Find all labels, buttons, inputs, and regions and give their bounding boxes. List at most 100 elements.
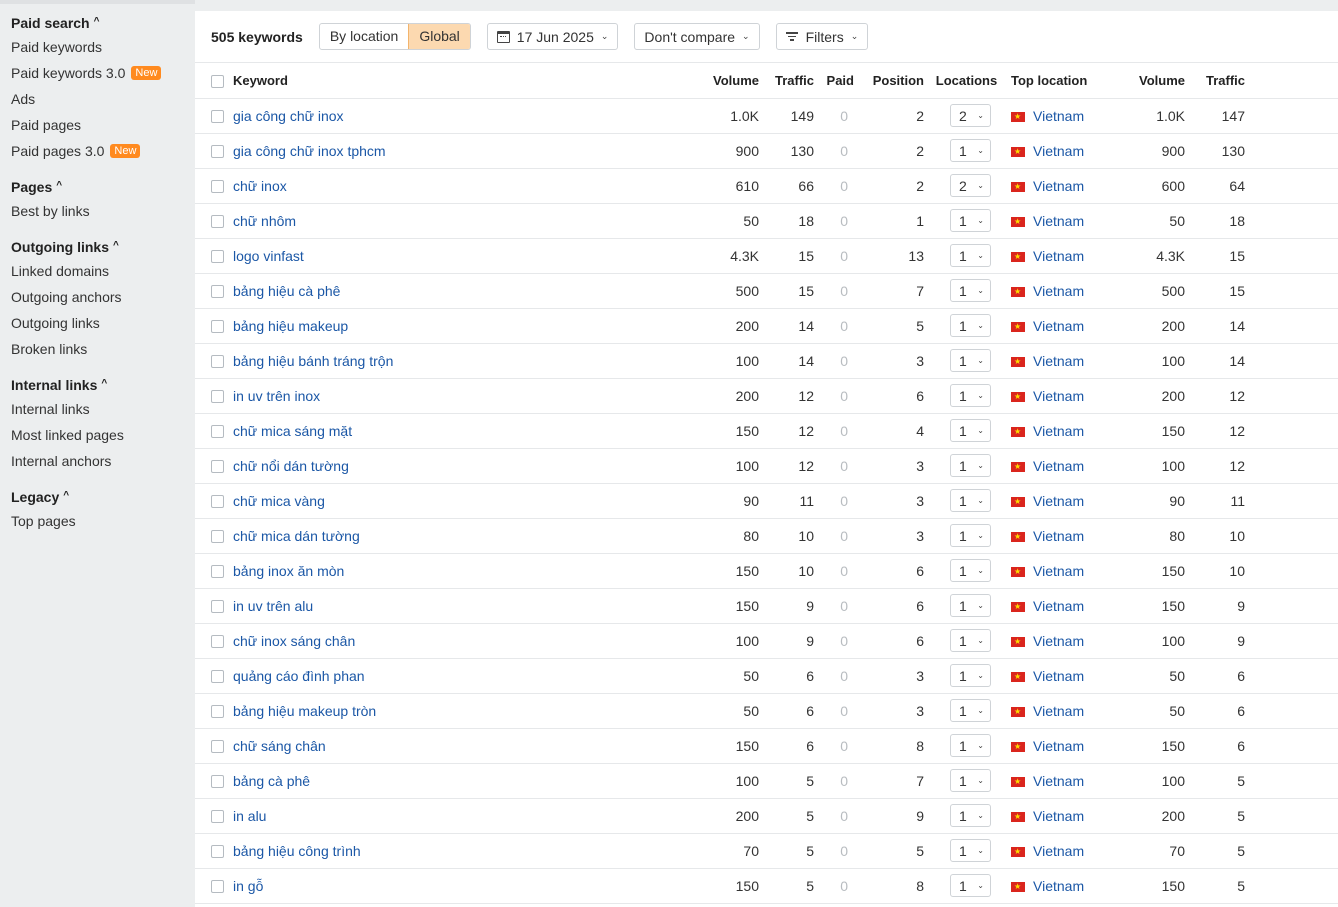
keyword-link[interactable]: chữ mica vàng <box>233 493 325 509</box>
locations-dropdown[interactable]: 1 ⌄ <box>950 139 991 162</box>
locations-dropdown[interactable]: 1 ⌄ <box>950 734 991 757</box>
sidebar-item[interactable]: Internal links <box>0 396 195 422</box>
col-volume[interactable]: Volume <box>673 63 759 99</box>
row-checkbox[interactable] <box>211 740 224 754</box>
keyword-link[interactable]: chữ mica sáng mặt <box>233 423 352 439</box>
col-traffic[interactable]: Traffic <box>759 63 814 99</box>
top-location-link[interactable]: Vietnam <box>1033 843 1084 859</box>
keyword-link[interactable]: gia công chữ inox tphcm <box>233 143 386 159</box>
row-checkbox[interactable] <box>211 775 224 789</box>
sidebar-item[interactable]: Paid pages <box>0 112 195 138</box>
keyword-link[interactable]: quảng cáo đình phan <box>233 668 365 684</box>
top-location-link[interactable]: Vietnam <box>1033 773 1084 789</box>
compare-dropdown[interactable]: Don't compare ⌄ <box>634 23 760 50</box>
top-location-link[interactable]: Vietnam <box>1033 423 1084 439</box>
sidebar-item[interactable]: Outgoing anchors <box>0 284 195 310</box>
top-location-link[interactable]: Vietnam <box>1033 353 1084 369</box>
sidebar-item[interactable]: Broken links <box>0 336 195 362</box>
row-checkbox[interactable] <box>211 635 224 649</box>
top-location-link[interactable]: Vietnam <box>1033 633 1084 649</box>
top-location-link[interactable]: Vietnam <box>1033 808 1084 824</box>
locations-dropdown[interactable]: 1 ⌄ <box>950 839 991 862</box>
sidebar-item[interactable]: Linked domains <box>0 258 195 284</box>
sidebar-item[interactable]: Paid keywords <box>0 34 195 60</box>
locations-dropdown[interactable]: 1 ⌄ <box>950 384 991 407</box>
sidebar-item[interactable]: Most linked pages <box>0 422 195 448</box>
sidebar-item[interactable]: Ads <box>0 86 195 112</box>
keyword-link[interactable]: bảng hiệu công trình <box>233 843 361 859</box>
locations-dropdown[interactable]: 1 ⌄ <box>950 629 991 652</box>
sidebar-section-heading[interactable]: Pages ^ <box>0 176 195 198</box>
sidebar-section-heading[interactable]: Outgoing links ^ <box>0 236 195 258</box>
locations-dropdown[interactable]: 1 ⌄ <box>950 489 991 512</box>
col-top-volume[interactable]: Volume <box>1129 63 1185 99</box>
date-picker[interactable]: 17 Jun 2025 ⌄ <box>486 23 619 50</box>
top-location-link[interactable]: Vietnam <box>1033 248 1084 264</box>
top-location-link[interactable]: Vietnam <box>1033 178 1084 194</box>
keyword-link[interactable]: bảng hiệu makeup <box>233 318 348 334</box>
keyword-link[interactable]: in uv trên alu <box>233 598 313 614</box>
row-checkbox[interactable] <box>211 320 224 334</box>
select-all-checkbox[interactable] <box>211 74 224 88</box>
keyword-link[interactable]: chữ mica dán tường <box>233 528 360 544</box>
top-location-link[interactable]: Vietnam <box>1033 388 1084 404</box>
top-location-link[interactable]: Vietnam <box>1033 738 1084 754</box>
col-paid[interactable]: Paid <box>814 63 854 99</box>
sidebar-section-heading[interactable]: Internal links ^ <box>0 374 195 396</box>
row-checkbox[interactable] <box>211 110 224 124</box>
row-checkbox[interactable] <box>211 425 224 439</box>
filters-button[interactable]: Filters ⌄ <box>775 23 869 50</box>
sidebar-item[interactable]: Top pages <box>0 508 195 534</box>
locations-dropdown[interactable]: 1 ⌄ <box>950 279 991 302</box>
locations-dropdown[interactable]: 1 ⌄ <box>950 769 991 792</box>
top-location-link[interactable]: Vietnam <box>1033 143 1084 159</box>
sidebar-item[interactable]: Paid keywords 3.0 New <box>0 60 195 86</box>
sidebar-section-heading[interactable]: Paid search ^ <box>0 12 195 34</box>
locations-dropdown[interactable]: 1 ⌄ <box>950 209 991 232</box>
top-location-link[interactable]: Vietnam <box>1033 598 1084 614</box>
keyword-link[interactable]: in uv trên inox <box>233 388 320 404</box>
locations-dropdown[interactable]: 1 ⌄ <box>950 559 991 582</box>
locations-dropdown[interactable]: 1 ⌄ <box>950 699 991 722</box>
row-checkbox[interactable] <box>211 460 224 474</box>
keyword-link[interactable]: chữ sáng chân <box>233 738 326 754</box>
col-locations[interactable]: Locations <box>924 63 999 99</box>
top-location-link[interactable]: Vietnam <box>1033 528 1084 544</box>
keyword-link[interactable]: chữ nhôm <box>233 213 296 229</box>
top-location-link[interactable]: Vietnam <box>1033 318 1084 334</box>
top-location-link[interactable]: Vietnam <box>1033 878 1084 894</box>
sidebar-item[interactable]: Paid pages 3.0 New <box>0 138 195 164</box>
row-checkbox[interactable] <box>211 600 224 614</box>
row-checkbox[interactable] <box>211 285 224 299</box>
col-top-location[interactable]: Top location <box>999 63 1129 99</box>
sidebar-section-heading[interactable]: Legacy ^ <box>0 486 195 508</box>
row-checkbox[interactable] <box>211 390 224 404</box>
top-location-link[interactable]: Vietnam <box>1033 458 1084 474</box>
sidebar-item[interactable]: Internal anchors <box>0 448 195 474</box>
keyword-link[interactable]: in gỗ <box>233 878 263 894</box>
row-checkbox[interactable] <box>211 145 224 159</box>
top-location-link[interactable]: Vietnam <box>1033 213 1084 229</box>
global-button[interactable]: Global <box>408 24 470 49</box>
top-location-link[interactable]: Vietnam <box>1033 283 1084 299</box>
top-location-link[interactable]: Vietnam <box>1033 493 1084 509</box>
locations-dropdown[interactable]: 2 ⌄ <box>950 174 991 197</box>
keyword-link[interactable]: in alu <box>233 808 266 824</box>
keyword-link[interactable]: chữ nổi dán tường <box>233 458 349 474</box>
keyword-link[interactable]: gia công chữ inox <box>233 108 344 124</box>
locations-dropdown[interactable]: 1 ⌄ <box>950 874 991 897</box>
sidebar-item[interactable]: Best by links <box>0 198 195 224</box>
row-checkbox[interactable] <box>211 810 224 824</box>
keyword-link[interactable]: bảng cà phê <box>233 773 310 789</box>
row-checkbox[interactable] <box>211 250 224 264</box>
keyword-link[interactable]: chữ inox <box>233 178 287 194</box>
keyword-link[interactable]: bảng hiệu makeup tròn <box>233 703 376 719</box>
row-checkbox[interactable] <box>211 215 224 229</box>
keyword-link[interactable]: bảng hiệu bánh tráng trộn <box>233 353 393 369</box>
top-location-link[interactable]: Vietnam <box>1033 563 1084 579</box>
row-checkbox[interactable] <box>211 180 224 194</box>
by-location-button[interactable]: By location <box>320 24 408 49</box>
col-keyword[interactable]: Keyword <box>233 63 673 99</box>
top-location-link[interactable]: Vietnam <box>1033 108 1084 124</box>
locations-dropdown[interactable]: 1 ⌄ <box>950 349 991 372</box>
